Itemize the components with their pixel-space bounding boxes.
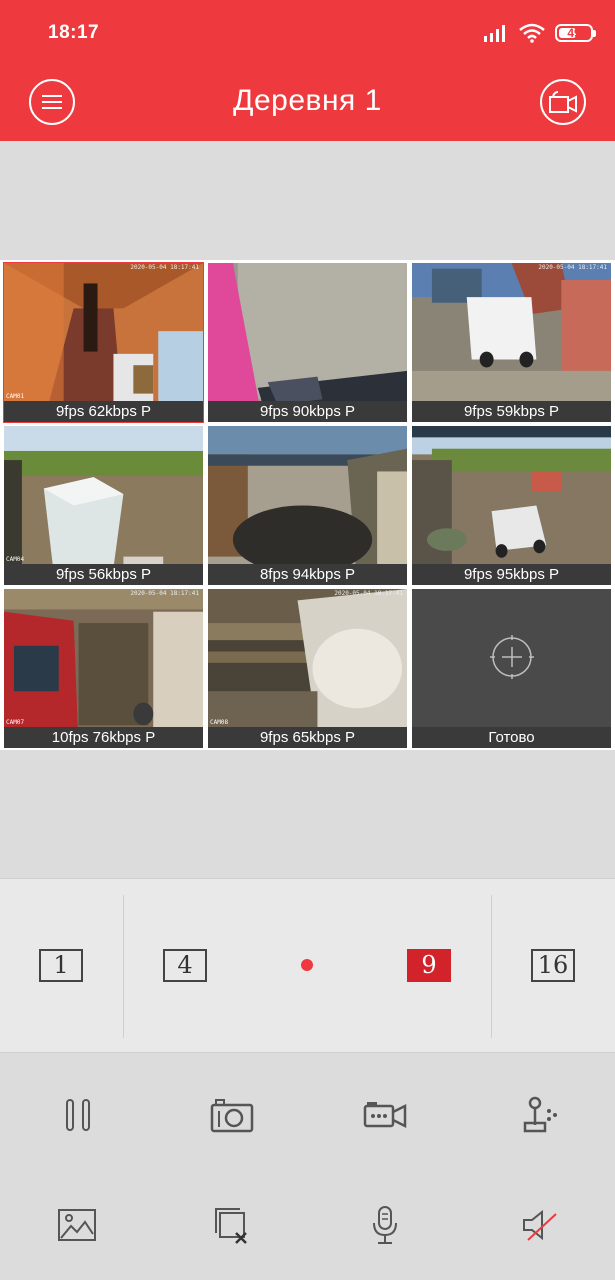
camera-stats: 9fps 59kbps P [412, 401, 611, 422]
camera-label: CAM01 [6, 393, 25, 400]
camera-timestamp: 2020-05-04 18:17:41 [130, 590, 199, 597]
camera-feed-5 [208, 426, 407, 585]
battery-level: 49 [567, 26, 581, 40]
camera-timestamp: 2020-05-04 18:17:41 [538, 264, 607, 271]
gallery-button[interactable] [52, 1200, 102, 1250]
camera-snapshot-icon [210, 1099, 254, 1133]
split-divider [123, 895, 124, 1038]
split-4-button[interactable]: 4 [163, 949, 207, 982]
microphone-icon [373, 1206, 397, 1244]
camera-label: CAM08 [210, 719, 229, 726]
camera-feed-3 [412, 263, 611, 422]
camera-stats: 9fps 56kbps P [4, 564, 203, 585]
camera-stats: 9fps 90kbps P [208, 401, 407, 422]
pause-icon [66, 1099, 90, 1131]
gallery-image-icon [58, 1209, 96, 1241]
camera-tile[interactable]: CAM04 9fps 56kbps P [3, 425, 204, 586]
pause-button[interactable] [53, 1090, 103, 1140]
camera-label: CAM07 [6, 719, 25, 726]
camera-grid: 2020-05-04 18:17:41 CAM01 9fps 62kbps P … [0, 260, 615, 750]
status-time: 18:17 [48, 22, 100, 43]
camera-timestamp: 2020-05-04 18:17:41 [334, 590, 403, 597]
microphone-button[interactable] [360, 1200, 410, 1250]
camera-stats: 10fps 76kbps P [4, 727, 203, 748]
camera-feed-7 [4, 589, 203, 748]
app-header: 18:17 49 Деревня 1 [0, 0, 615, 141]
camera-tile[interactable]: 2020-05-04 18:17:41 9fps 59kbps P [411, 262, 612, 423]
record-video-icon [363, 1102, 407, 1129]
camera-stats: 9fps 62kbps P [4, 401, 203, 422]
split-16-button[interactable]: 16 [531, 949, 575, 982]
camera-tile[interactable]: 2020-05-04 18:17:41 CAM08 9fps 65kbps P [207, 588, 408, 749]
close-all-icon [215, 1208, 247, 1244]
camera-tile[interactable]: 2020-05-04 18:17:41 CAM01 9fps 62kbps P [3, 262, 204, 423]
snapshot-button[interactable] [207, 1090, 257, 1140]
page-title: Деревня 1 [233, 84, 382, 117]
camera-feed-8 [208, 589, 407, 748]
camera-timestamp: 2020-05-04 18:17:41 [130, 264, 199, 271]
camera-tile[interactable]: 2020-05-04 18:17:41 CAM07 10fps 76kbps P [3, 588, 204, 749]
signal-icon [484, 25, 505, 42]
audio-toggle-button[interactable] [515, 1200, 565, 1250]
camera-tile[interactable]: 9fps 95kbps P [411, 425, 612, 586]
close-all-button[interactable] [207, 1200, 257, 1250]
camera-label: CAM04 [6, 556, 25, 563]
record-video-button[interactable] [360, 1090, 410, 1140]
split-1-button[interactable]: 1 [39, 949, 83, 982]
camera-tile[interactable]: 9fps 90kbps P [207, 262, 408, 423]
add-camera-tile[interactable]: Готово [411, 588, 612, 749]
record-button[interactable] [540, 79, 586, 125]
camera-stats: 9fps 65kbps P [208, 727, 407, 748]
speaker-muted-icon [523, 1209, 557, 1241]
camera-tile[interactable]: 8fps 94kbps P [207, 425, 408, 586]
camera-stats: 8fps 94kbps P [208, 564, 407, 585]
done-label[interactable]: Готово [412, 727, 611, 748]
camera-feed-6 [412, 426, 611, 585]
status-icons: 49 [483, 22, 596, 44]
video-record-icon [549, 91, 577, 113]
battery-indicator: 49 [555, 24, 596, 42]
page-indicator-dot [301, 959, 313, 971]
camera-feed-4 [4, 426, 203, 585]
ptz-button[interactable] [514, 1090, 564, 1140]
ptz-joystick-icon [523, 1096, 557, 1133]
camera-feed-1 [4, 263, 203, 422]
split-9-button[interactable]: 9 [407, 949, 451, 982]
camera-feed-2 [208, 263, 407, 422]
camera-stats: 9fps 95kbps P [412, 564, 611, 585]
add-circle-icon[interactable] [489, 635, 534, 679]
wifi-icon [519, 23, 545, 43]
split-divider [491, 895, 492, 1038]
